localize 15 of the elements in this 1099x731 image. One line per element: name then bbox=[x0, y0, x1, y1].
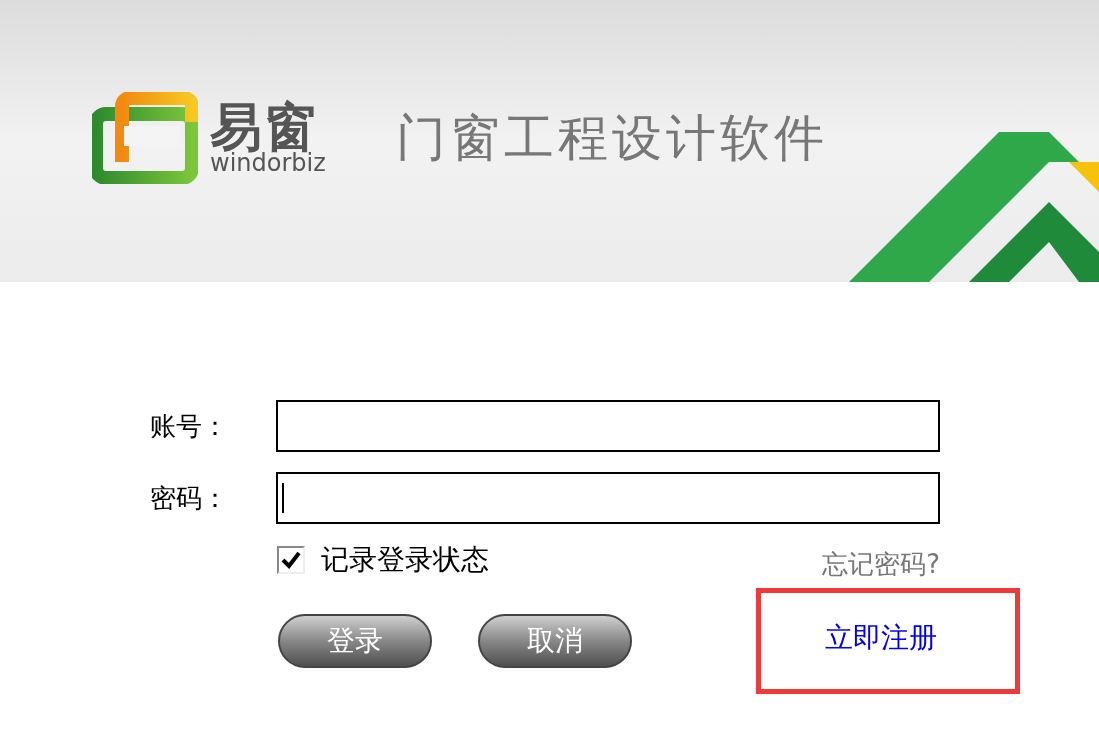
checkbox[interactable] bbox=[277, 546, 305, 574]
logo-icon bbox=[92, 92, 198, 184]
input-field[interactable] bbox=[276, 400, 940, 452]
forgot-password-link[interactable]: 忘记密码? bbox=[822, 544, 940, 584]
register-link[interactable]: 立即注册 bbox=[825, 617, 937, 659]
field-label: 密码： bbox=[150, 481, 229, 515]
product-tagline: 门窗工程设计软件 bbox=[395, 107, 828, 169]
checkmark-icon bbox=[281, 551, 301, 569]
login-button[interactable]: 登录 bbox=[278, 614, 432, 668]
logo-title: 易窗 bbox=[210, 101, 318, 153]
logo-subtitle: windorbiz bbox=[210, 151, 326, 175]
cancel-button[interactable]: 取消 bbox=[478, 614, 632, 668]
input-field[interactable] bbox=[276, 472, 940, 524]
field-label: 账号： bbox=[150, 409, 229, 443]
remember-label: 记录登录状态 bbox=[321, 542, 489, 578]
